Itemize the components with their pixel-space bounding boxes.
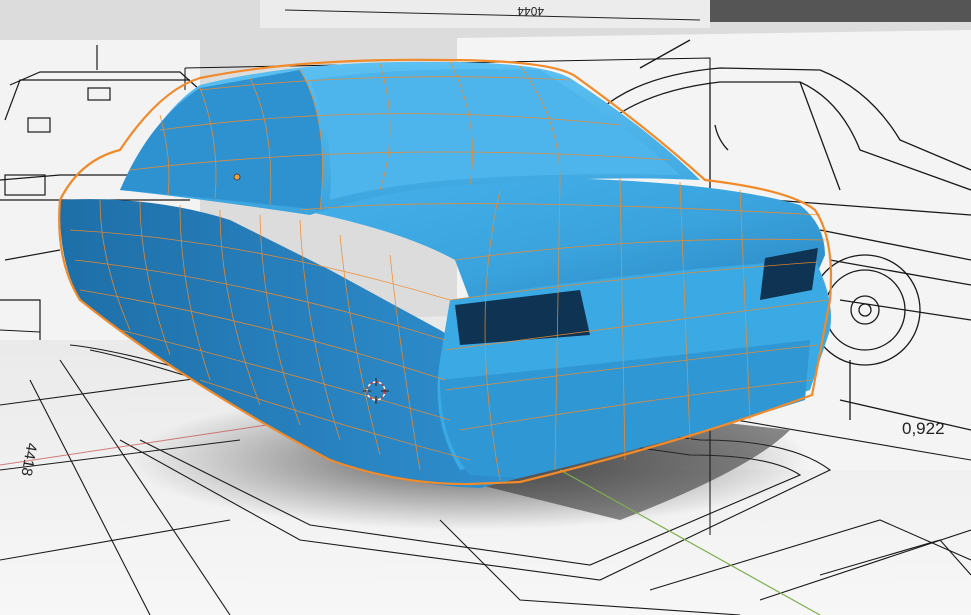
top-dimension-label: 4044 (517, 4, 544, 18)
side-dimension-label: 0,922 (902, 419, 945, 438)
object-origin-icon[interactable] (233, 173, 241, 181)
viewport-scene[interactable]: 4044 0,922 4418 (0, 0, 971, 615)
3d-viewport[interactable]: 4044 0,922 4418 (0, 0, 971, 615)
